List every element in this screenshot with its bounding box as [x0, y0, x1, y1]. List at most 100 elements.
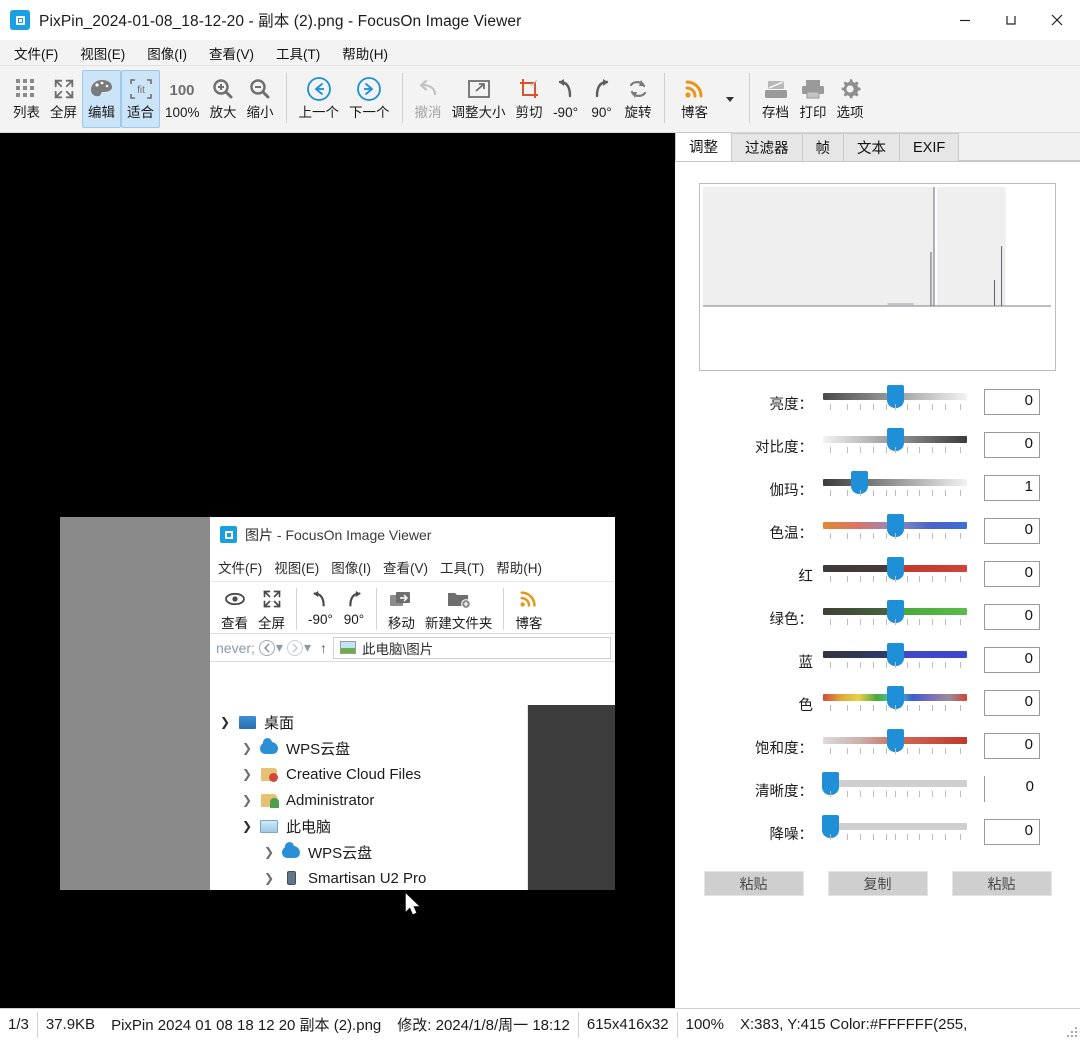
- slider-denoise[interactable]: [822, 815, 967, 844]
- nested-menu-help[interactable]: 帮助(H): [496, 557, 542, 577]
- toolbar-crop[interactable]: 剪切: [511, 70, 548, 128]
- toolbar-rotate-left[interactable]: -90°: [548, 70, 584, 128]
- nested-tool-new-folder[interactable]: 新建文件夹: [420, 586, 498, 632]
- copy-button[interactable]: 复制: [827, 871, 928, 896]
- menu-image[interactable]: 图像(I): [147, 43, 187, 63]
- slider-blue[interactable]: [823, 643, 967, 672]
- menu-browse[interactable]: 查看(V): [209, 43, 254, 63]
- slider-hue[interactable]: [823, 686, 967, 715]
- toolbar-actual-size[interactable]: 100 100%: [160, 70, 205, 128]
- image-canvas[interactable]: 图片 - FocusOn Image Viewer 文件(F) 视图(E) 图像…: [0, 133, 675, 1008]
- paste-button-right[interactable]: 粘贴: [951, 871, 1052, 896]
- nested-menu-image[interactable]: 图像(I): [331, 557, 371, 577]
- toolbar-resize[interactable]: 调整大小: [447, 70, 511, 128]
- chevron-right-icon[interactable]: ❯: [236, 767, 258, 781]
- toolbar-fit[interactable]: fit 适合: [121, 70, 160, 128]
- toolbar-blog[interactable]: 博客: [672, 70, 718, 128]
- toolbar-edit[interactable]: 编辑: [82, 70, 121, 128]
- menu-file[interactable]: 文件(F): [14, 43, 58, 63]
- paste-button-left[interactable]: 粘贴: [703, 871, 804, 896]
- slider-temperature[interactable]: [823, 514, 967, 543]
- slider-value-temperature[interactable]: 0: [984, 518, 1040, 544]
- slider-value-green[interactable]: 0: [984, 604, 1040, 630]
- menu-tools[interactable]: 工具(T): [276, 43, 320, 63]
- chevron-down-icon[interactable]: ❯: [214, 715, 236, 729]
- nested-menu-file[interactable]: 文件(F): [218, 557, 262, 577]
- nested-tool-fullscreen[interactable]: 全屏: [253, 586, 290, 632]
- slider-sharpness[interactable]: [822, 772, 967, 801]
- toolbar-previous[interactable]: 上一个: [294, 70, 345, 128]
- nested-menu-view[interactable]: 视图(E): [274, 557, 319, 577]
- tree-item-wps-cloud[interactable]: ❯ WPS云盘: [210, 735, 527, 761]
- hundred-icon: 100: [165, 74, 199, 104]
- slider-red[interactable]: [823, 557, 967, 586]
- toolbar-options[interactable]: 选项: [832, 70, 869, 128]
- nested-address-field[interactable]: 此电脑\图片: [332, 636, 611, 659]
- menu-help[interactable]: 帮助(H): [342, 43, 388, 63]
- up-icon[interactable]: ↑: [320, 640, 327, 656]
- zoom-in-icon: [210, 74, 236, 104]
- menu-view[interactable]: 视图(E): [80, 43, 125, 63]
- toolbar-zoom-out[interactable]: 缩小: [242, 70, 279, 128]
- toolbar-zoom-in[interactable]: 放大: [205, 70, 242, 128]
- slider-brightness[interactable]: [823, 385, 967, 414]
- nested-tool-rotate-left-label: -90°: [308, 612, 333, 627]
- forward-dropdown-icon[interactable]: ▾: [304, 639, 311, 656]
- slider-value-contrast[interactable]: 0: [984, 432, 1040, 458]
- toolbar-print[interactable]: 打印: [795, 70, 832, 128]
- tree-item-wps-cloud-pc[interactable]: ❯ WPS云盘: [210, 839, 527, 865]
- slider-row-green: 绿色： 0: [675, 600, 1080, 643]
- back-icon[interactable]: never;: [216, 640, 255, 656]
- tab-frames[interactable]: 帧: [801, 133, 844, 161]
- nested-menu-tools[interactable]: 工具(T): [440, 557, 484, 577]
- nested-tool-blog[interactable]: 博客: [510, 586, 547, 632]
- tree-item-desktop[interactable]: ❯ 桌面: [210, 709, 527, 735]
- slider-green[interactable]: [823, 600, 967, 629]
- slider-value-blue[interactable]: 0: [984, 647, 1040, 673]
- toolbar-archive[interactable]: 存档: [757, 70, 795, 128]
- slider-value-hue[interactable]: 0: [984, 690, 1040, 716]
- chevron-right-icon[interactable]: ❯: [236, 793, 258, 807]
- nested-tool-rotate-right[interactable]: 90°: [338, 586, 370, 627]
- slider-value-red[interactable]: 0: [984, 561, 1040, 587]
- toolbar-next[interactable]: 下一个: [344, 70, 395, 128]
- close-button[interactable]: [1034, 0, 1080, 40]
- tab-text[interactable]: 文本: [843, 133, 900, 161]
- toolbar-rotate-right[interactable]: 90°: [584, 70, 620, 128]
- tab-filters[interactable]: 过滤器: [731, 133, 803, 161]
- minimize-button[interactable]: [942, 0, 988, 40]
- tree-item-creative-cloud-files[interactable]: ❯ Creative Cloud Files: [210, 761, 527, 787]
- chevron-right-icon[interactable]: ❯: [258, 845, 280, 859]
- slider-value-sharpness[interactable]: 0: [984, 776, 1040, 802]
- slider-saturation[interactable]: [823, 729, 967, 758]
- tree-item-smartisan-u2-pro[interactable]: ❯ Smartisan U2 Pro: [210, 865, 527, 890]
- slider-contrast[interactable]: [823, 428, 967, 457]
- back-icon[interactable]: [258, 639, 276, 657]
- tree-item-administrator[interactable]: ❯ Administrator: [210, 787, 527, 813]
- svg-text:100: 100: [170, 82, 195, 99]
- tree-item-this-pc[interactable]: ❯ 此电脑: [210, 813, 527, 839]
- slider-value-brightness[interactable]: 0: [984, 389, 1040, 415]
- forward-icon[interactable]: [286, 639, 304, 657]
- nested-tool-rotate-left[interactable]: -90°: [303, 586, 338, 627]
- tab-adjust[interactable]: 调整: [675, 132, 732, 161]
- chevron-right-icon[interactable]: ❯: [258, 871, 280, 885]
- restore-button[interactable]: [988, 0, 1034, 40]
- resize-grip-icon[interactable]: [1067, 1027, 1077, 1037]
- toolbar-rotate[interactable]: 旋转: [620, 70, 657, 128]
- nested-tool-move[interactable]: 移动: [383, 586, 420, 632]
- toolbar-list[interactable]: 列表: [8, 70, 45, 128]
- toolbar-fullscreen[interactable]: 全屏: [45, 70, 82, 128]
- tab-exif[interactable]: EXIF: [899, 133, 960, 161]
- nested-tool-view[interactable]: 查看: [216, 586, 253, 632]
- back-dropdown-icon[interactable]: ▾: [276, 639, 283, 656]
- chevron-right-icon[interactable]: ❯: [236, 741, 258, 755]
- slider-value-denoise[interactable]: 0: [984, 819, 1040, 845]
- slider-gamma[interactable]: [823, 471, 967, 500]
- slider-value-gamma[interactable]: 1: [984, 475, 1040, 501]
- toolbar-undo[interactable]: 撤消: [410, 70, 447, 128]
- nested-menu-browse[interactable]: 查看(V): [383, 557, 428, 577]
- toolbar-overflow-button[interactable]: [718, 70, 742, 128]
- slider-value-saturation[interactable]: 0: [984, 733, 1040, 759]
- chevron-down-icon[interactable]: ❯: [236, 819, 258, 833]
